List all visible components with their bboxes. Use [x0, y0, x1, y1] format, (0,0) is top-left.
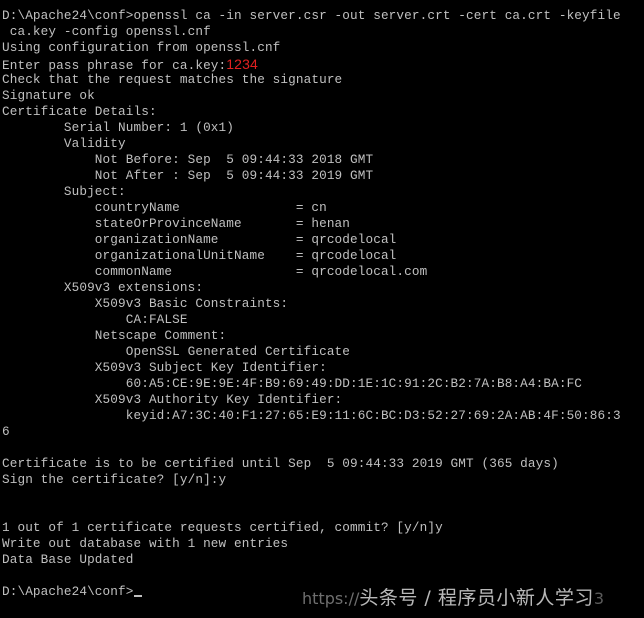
console-output: D:\Apache24\conf>openssl ca -in server.c… — [2, 8, 621, 600]
watermark-text: 头条号 / 程序员小新人学习 — [359, 587, 594, 609]
console-line: 1 out of 1 certificate requests certifie… — [2, 520, 443, 535]
text-cursor — [134, 595, 143, 597]
console-line: countryName = cn — [2, 200, 327, 215]
console-line: Using configuration from openssl.cnf — [2, 40, 281, 55]
watermark: https://头条号 / 程序员小新人学习3 — [302, 585, 604, 611]
console-line: CA:FALSE — [2, 312, 188, 327]
console-line: Certificate is to be certified until Sep… — [2, 456, 559, 471]
console-line: Sign the certificate? [y/n]:y — [2, 472, 227, 487]
console-window[interactable]: D:\Apache24\conf>openssl ca -in server.c… — [0, 0, 644, 618]
console-line: organizationName = qrcodelocal — [2, 232, 397, 247]
console-line: Certificate Details: — [2, 104, 157, 119]
console-line: X509v3 extensions: — [2, 280, 204, 295]
console-line: Not After : Sep 5 09:44:33 2019 GMT — [2, 168, 374, 183]
console-line: X509v3 Authority Key Identifier: — [2, 392, 343, 407]
console-line: Data Base Updated — [2, 552, 134, 567]
passphrase-prompt: Enter pass phrase for ca.key: — [2, 58, 227, 73]
console-line: organizationalUnitName = qrcodelocal — [2, 248, 397, 263]
console-line: X509v3 Basic Constraints: — [2, 296, 289, 311]
console-line: Signature ok — [2, 88, 95, 103]
console-line: X509v3 Subject Key Identifier: — [2, 360, 327, 375]
console-line: Serial Number: 1 (0x1) — [2, 120, 235, 135]
console-line: keyid:A7:3C:40:F1:27:65:E9:11:6C:BC:D3:5… — [2, 408, 621, 423]
console-line: Netscape Comment: — [2, 328, 227, 343]
console-line: ca.key -config openssl.cnf — [2, 24, 211, 39]
console-line: 60:A5:CE:9E:9E:4F:B9:69:49:DD:1E:1C:91:2… — [2, 376, 583, 391]
console-line: Subject: — [2, 184, 126, 199]
console-line: OpenSSL Generated Certificate — [2, 344, 351, 359]
console-line: D:\Apache24\conf>openssl ca -in server.c… — [2, 8, 621, 23]
passphrase-annotation: 1234 — [226, 56, 258, 72]
console-line: Not Before: Sep 5 09:44:33 2018 GMT — [2, 152, 374, 167]
console-line: Check that the request matches the signa… — [2, 72, 343, 87]
watermark-url-suffix: 3 — [593, 589, 605, 608]
watermark-url-prefix: https:// — [302, 589, 360, 608]
console-line: stateOrProvinceName = henan — [2, 216, 351, 231]
console-line-passphrase: Enter pass phrase for ca.key:1234 — [2, 56, 621, 73]
command-prompt: D:\Apache24\conf> — [2, 584, 134, 599]
console-line: Write out database with 1 new entries — [2, 536, 289, 551]
console-line: 6 — [2, 424, 10, 439]
console-line: Validity — [2, 136, 126, 151]
console-line: commonName = qrcodelocal.com — [2, 264, 428, 279]
